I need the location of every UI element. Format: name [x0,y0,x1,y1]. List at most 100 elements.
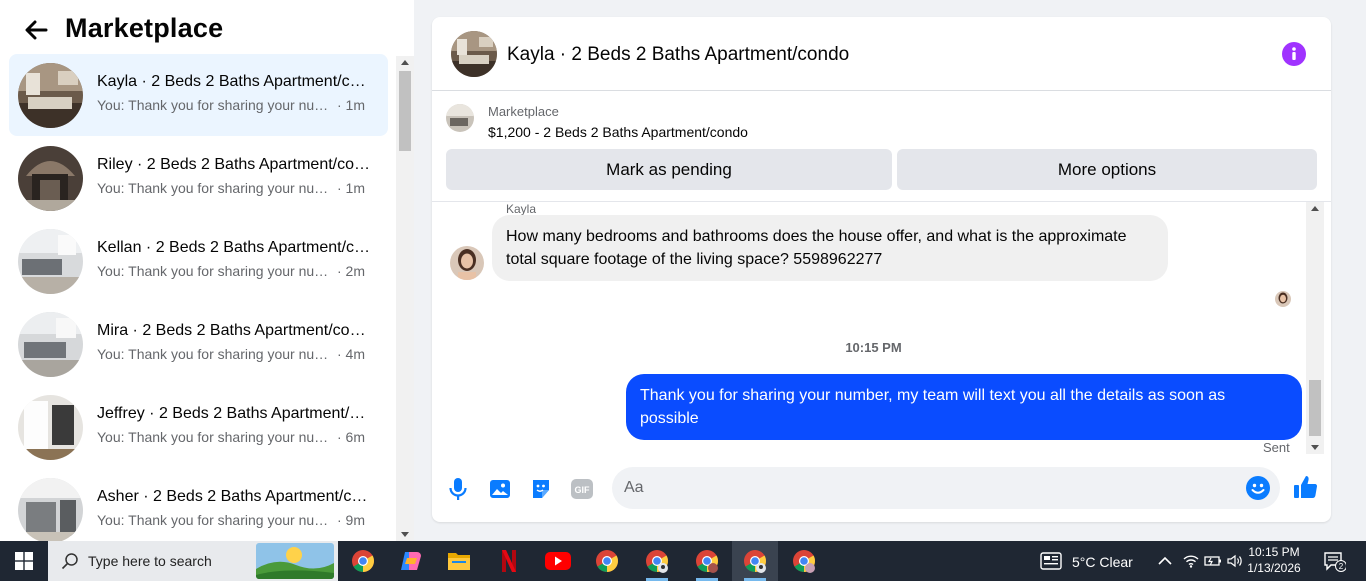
conversation-title: Asher · 2 Beds 2 Baths Apartment/condo [97,488,372,505]
taskbar-file-explorer[interactable] [436,541,482,581]
sidebar-scrollbar[interactable] [396,56,414,541]
listing-thumbnail [18,312,83,377]
preview-time: · 6m [337,429,365,445]
notification-count: 2 [1339,562,1344,571]
preview-text: You: Thank you for sharing your number, … [97,97,337,113]
taskbar-chrome-profile-5[interactable] [781,541,827,581]
battery-status[interactable] [1204,553,1222,569]
youtube-icon [545,552,571,570]
emoji-button[interactable] [1246,476,1270,500]
clock-time: 10:15 PM [1248,545,1300,559]
gif-button[interactable]: GIF [569,476,595,502]
preview-text: You: Thank you for sharing your number, … [97,346,337,362]
show-hidden-icons-button[interactable] [1156,553,1174,569]
message-timestamp: 10:15 PM [845,340,902,355]
preview-text: You: Thank you for sharing your number, … [97,180,337,196]
taskbar-copilot[interactable] [388,541,434,581]
attach-photo-button[interactable] [487,476,513,502]
weather-icon[interactable] [1040,552,1062,570]
preview-text: You: Thank you for sharing your number, … [97,512,337,528]
message-input[interactable] [624,467,1224,509]
taskbar-youtube[interactable] [535,541,581,581]
chat-listing-avatar[interactable] [451,31,497,77]
gif-icon: GIF [571,479,593,499]
conversation-info-button[interactable] [1282,42,1306,66]
conversation-item-mira[interactable]: Mira · 2 Beds 2 Baths Apartment/condo Yo… [9,303,388,385]
search-placeholder: Type here to search [88,553,212,569]
taskbar-netflix[interactable] [486,541,532,581]
conversation-title: Riley · 2 Beds 2 Baths Apartment/condo [97,156,372,173]
netflix-icon [502,550,516,572]
listing-thumbnail[interactable] [446,104,474,132]
scroll-down-arrow-icon[interactable] [1311,445,1319,450]
scroll-up-arrow-icon[interactable] [1311,206,1319,211]
chat-title[interactable]: Kayla · 2 Beds 2 Baths Apartment/condo [507,44,849,66]
outgoing-message[interactable]: Thank you for sharing your number, my te… [626,374,1302,440]
taskbar-chrome[interactable] [340,541,386,581]
windows-taskbar: Type here to search 5°C Clear 10:15 PM 1… [0,541,1366,581]
conversation-item-kayla[interactable]: Kayla · 2 Beds 2 Baths Apartment/condo Y… [9,54,388,136]
chrome-icon [646,550,668,573]
conversation-preview: You: Thank you for sharing your number, … [97,263,372,279]
more-options-button[interactable]: More options [897,149,1317,190]
sidebar-header: Marketplace [0,0,414,56]
sender-name: Kayla [506,202,537,216]
microphone-icon [449,478,467,500]
scrollbar-thumb[interactable] [1309,380,1321,436]
search-highlight-image [256,543,334,579]
preview-text: You: Thank you for sharing your number, … [97,429,337,445]
incoming-message[interactable]: How many bedrooms and bathrooms does the… [492,215,1168,281]
start-button[interactable] [0,541,48,581]
network-status[interactable] [1182,553,1200,569]
conversation-item-jeffrey[interactable]: Jeffrey · 2 Beds 2 Baths Apartment/condo… [9,386,388,468]
battery-icon [1204,556,1221,566]
notification-center-button[interactable]: 2 [1322,549,1347,573]
conversation-preview: You: Thank you for sharing your number, … [97,180,372,196]
preview-time: · 1m [337,97,365,113]
volume-control[interactable] [1226,553,1244,569]
copilot-icon [401,552,421,570]
conversation-title: Jeffrey · 2 Beds 2 Baths Apartment/condo [97,405,372,422]
taskbar-chrome-profile-4[interactable] [732,541,778,581]
scroll-up-arrow-icon[interactable] [401,60,409,65]
chrome-icon [352,550,374,572]
preview-time: · 1m [337,180,365,196]
conversation-preview: You: Thank you for sharing your number, … [97,512,372,528]
clock-date: 1/13/2026 [1247,561,1301,575]
send-like-button[interactable] [1292,473,1320,501]
emoji-icon [1251,483,1265,494]
conversation-item-asher[interactable]: Asher · 2 Beds 2 Baths Apartment/condo Y… [9,469,388,541]
sender-avatar[interactable] [450,246,484,280]
taskbar-chrome-profile-1[interactable] [584,541,630,581]
listing-price-title[interactable]: $1,200 - 2 Beds 2 Baths Apartment/condo [488,124,748,140]
taskbar-chrome-profile-2[interactable] [634,541,680,581]
taskbar-search[interactable]: Type here to search [48,541,338,581]
listing-source-label: Marketplace [488,104,559,119]
weather-status[interactable]: 5°C Clear [1072,554,1133,570]
conversation-item-kellan[interactable]: Kellan · 2 Beds 2 Baths Apartment/condo … [9,220,388,302]
chrome-icon [696,550,718,573]
preview-time: · 4m [337,346,365,362]
listing-thumbnail [18,146,83,211]
scroll-down-arrow-icon[interactable] [401,532,409,537]
message-thread: Kayla How many bedrooms and bathrooms do… [432,202,1331,458]
scrollbar-thumb[interactable] [399,71,411,151]
voice-clip-button[interactable] [445,476,471,502]
conversation-title: Kayla · 2 Beds 2 Baths Apartment/condo [97,73,372,90]
file-explorer-icon [448,553,470,570]
windows-icon [15,552,33,570]
taskbar-chrome-profile-3[interactable] [684,541,730,581]
system-clock[interactable]: 10:15 PM 1/13/2026 [1244,544,1304,576]
conversation-preview: You: Thank you for sharing your number, … [97,97,372,113]
conversation-item-riley[interactable]: Riley · 2 Beds 2 Baths Apartment/condo Y… [9,137,388,219]
chat-header: Kayla · 2 Beds 2 Baths Apartment/condo [432,17,1331,91]
back-button[interactable] [22,16,50,44]
sticker-button[interactable] [528,476,554,502]
message-status: Sent [1263,440,1290,455]
listing-thumbnail [18,478,83,541]
mark-as-pending-button[interactable]: Mark as pending [446,149,892,190]
conversation-preview: You: Thank you for sharing your number, … [97,429,372,445]
message-scrollbar[interactable] [1306,202,1324,454]
conversation-list: Kayla · 2 Beds 2 Baths Apartment/condo Y… [0,54,396,541]
message-input-container[interactable] [612,467,1280,509]
